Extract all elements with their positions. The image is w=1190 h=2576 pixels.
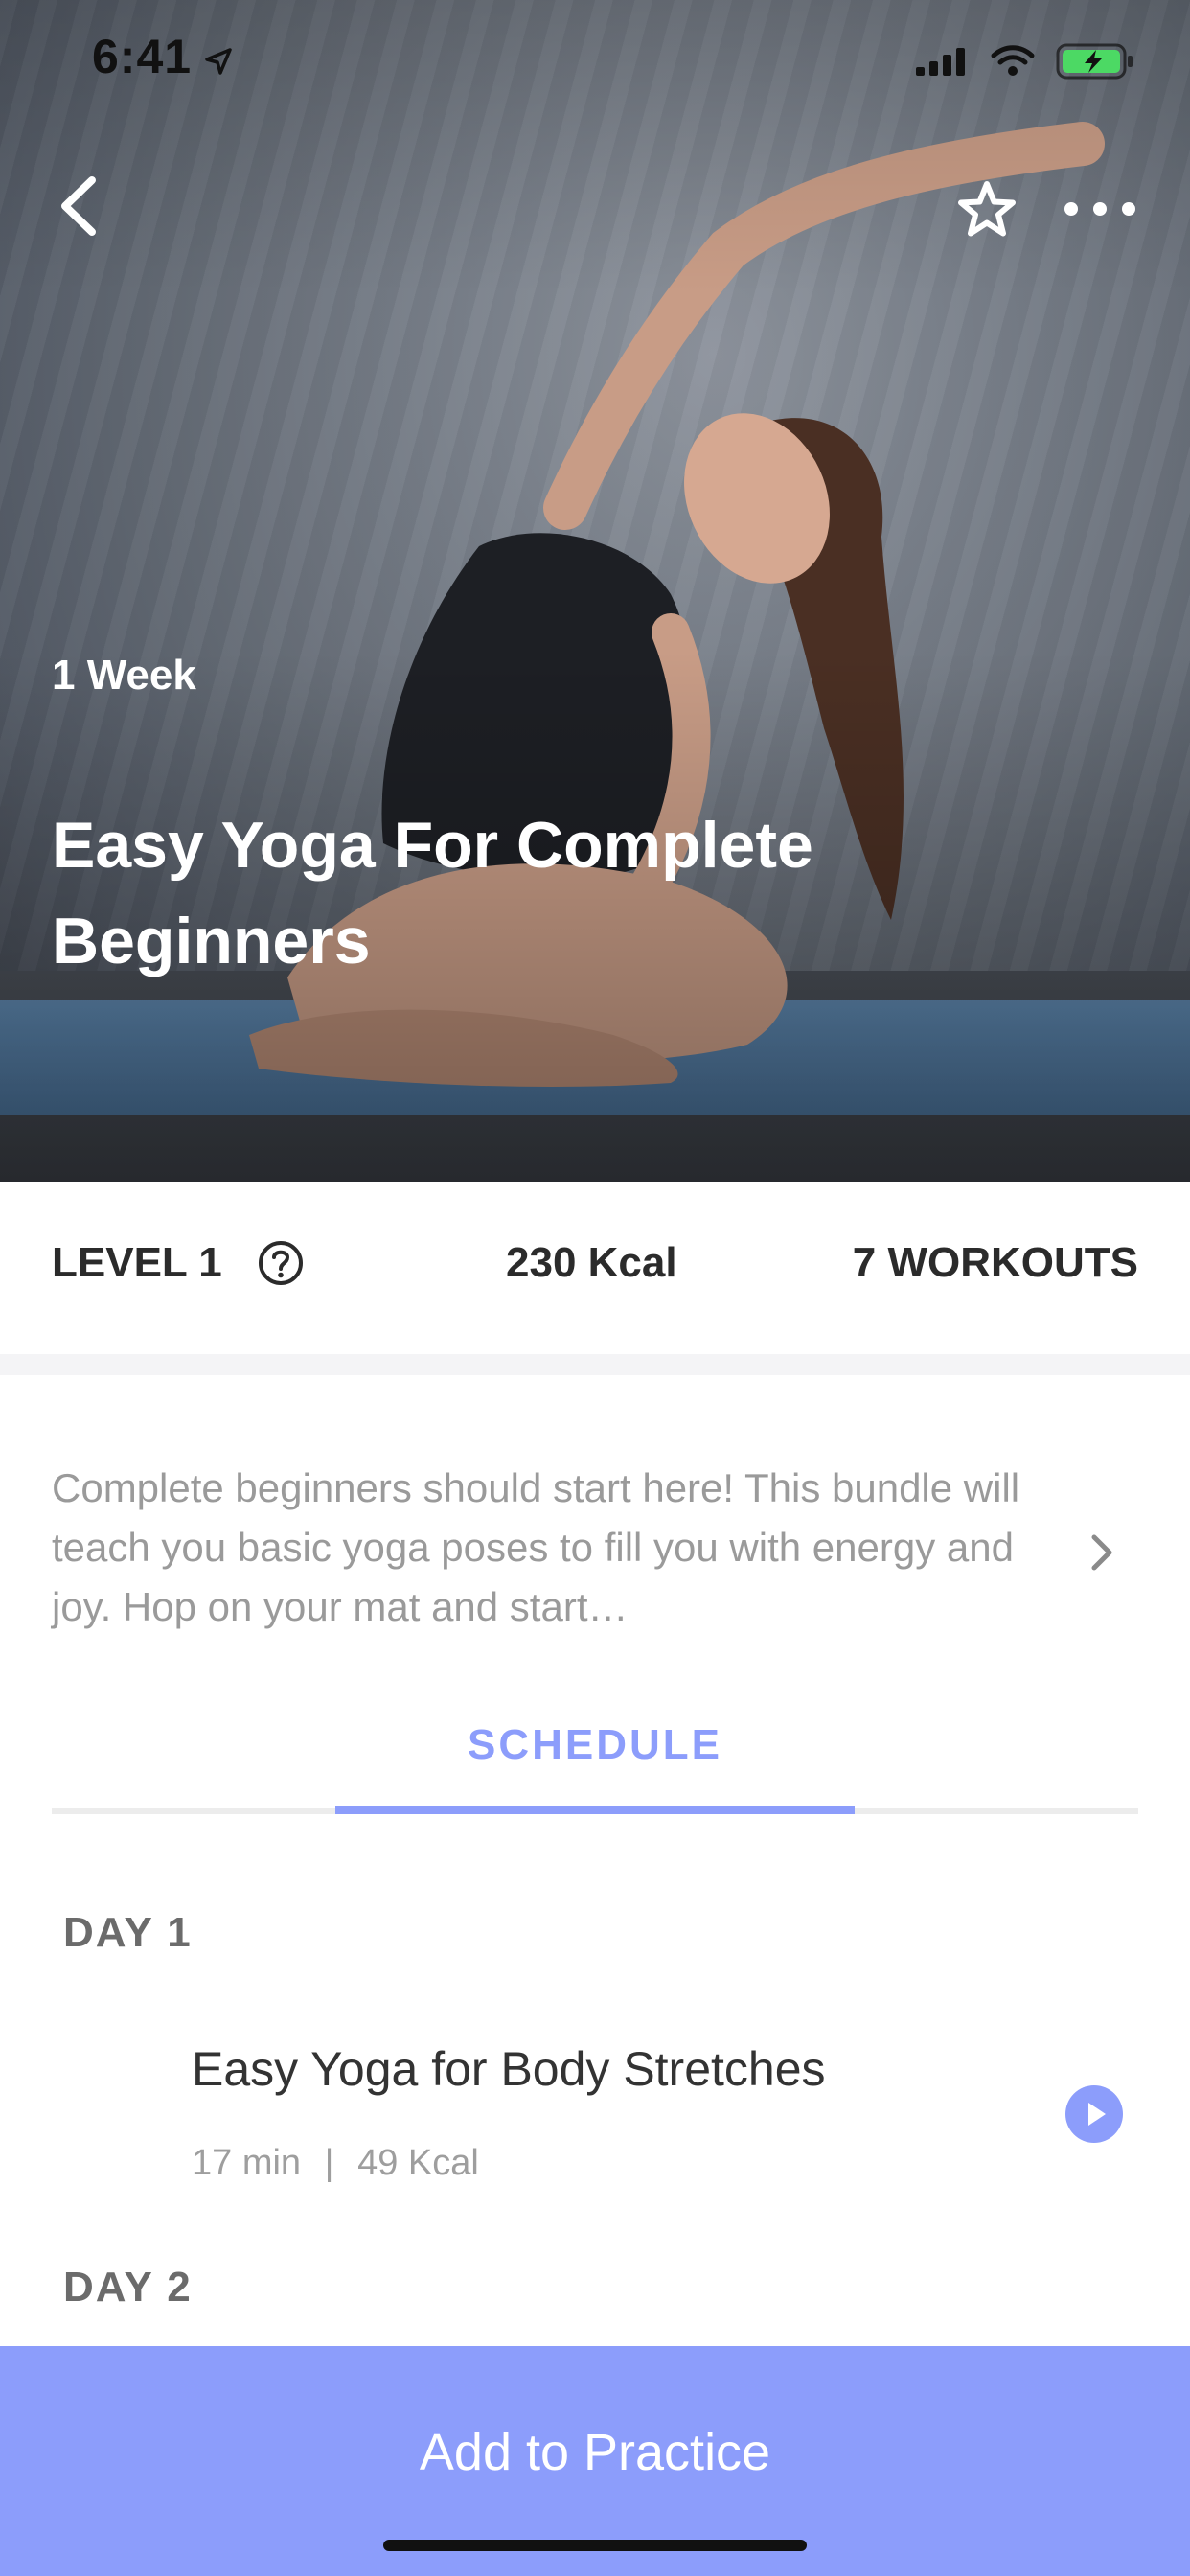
section-divider	[0, 1354, 1190, 1375]
level-stat: LEVEL 1	[52, 1239, 305, 1287]
workouts-count-stat: 7 WORKOUTS	[852, 1239, 1138, 1286]
hero-shade	[0, 0, 1190, 1182]
add-to-practice-label: Add to Practice	[419, 2424, 771, 2481]
day-header-1: DAY 1	[63, 1909, 193, 1956]
program-stats: LEVEL 1 230 Kcal 7 WORKOUTS	[0, 1182, 1190, 1354]
tab-schedule[interactable]: SCHEDULE	[0, 1721, 1190, 1769]
status-icons	[916, 42, 1134, 80]
help-question-icon[interactable]	[257, 1239, 305, 1287]
status-time: 6:41	[92, 30, 193, 83]
program-description[interactable]: Complete beginners should start here! Th…	[52, 1459, 1048, 1637]
location-arrow-icon	[205, 48, 232, 75]
workout-title[interactable]: Easy Yoga for Body Stretches	[192, 2041, 826, 2097]
meta-separator: |	[324, 2143, 334, 2183]
program-title: Easy Yoga For Complete Beginners	[52, 809, 813, 978]
workout-meta: 17 min | 49 Kcal	[192, 2143, 479, 2184]
level-label: LEVEL 1	[52, 1239, 222, 1286]
play-circle-icon[interactable]	[1065, 2085, 1123, 2143]
expand-chevron-right-icon[interactable]	[1085, 1531, 1119, 1574]
wifi-icon	[991, 45, 1035, 76]
home-indicator[interactable]	[383, 2540, 807, 2551]
cellular-signal-icon	[916, 48, 965, 76]
workout-kcal: 49 Kcal	[357, 2143, 479, 2183]
workout-duration: 17 min	[192, 2143, 302, 2183]
more-ellipsis-icon[interactable]	[1062, 188, 1138, 230]
favorite-star-icon[interactable]	[954, 178, 1019, 243]
hero-image	[0, 0, 1190, 1182]
day-header-2: DAY 2	[63, 2264, 193, 2311]
calories-stat: 230 Kcal	[506, 1239, 677, 1286]
tab-active-indicator	[335, 1806, 855, 1814]
status-bar: 6:41	[0, 0, 1190, 126]
program-duration: 1 Week	[52, 652, 196, 699]
back-chevron-icon[interactable]	[52, 172, 109, 240]
battery-charging-icon	[1056, 43, 1133, 80]
